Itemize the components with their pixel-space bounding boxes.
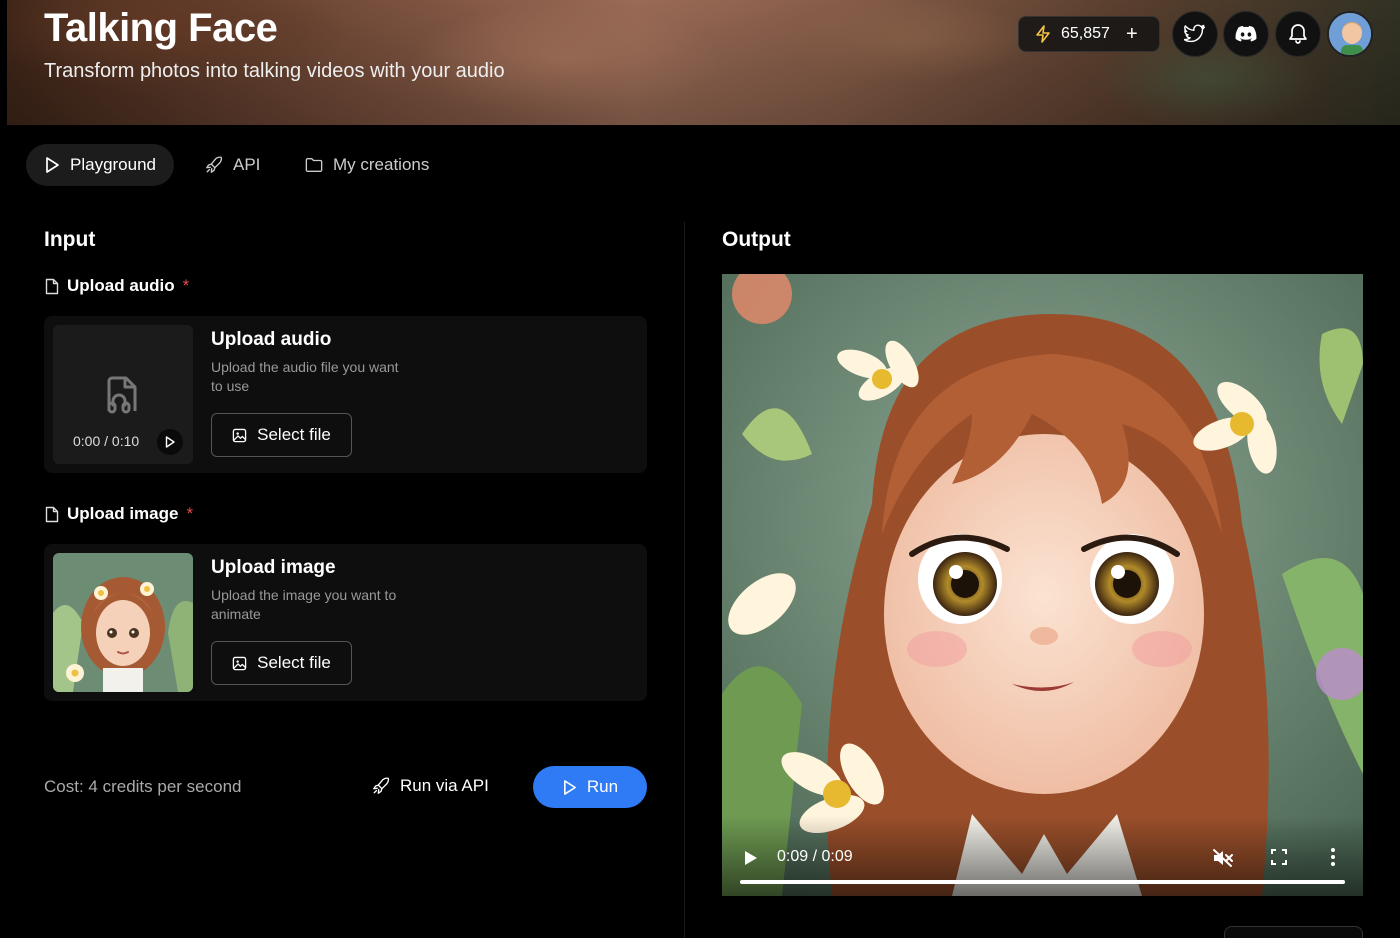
select-image-file-button[interactable]: Select file bbox=[211, 641, 352, 685]
select-audio-file-button[interactable]: Select file bbox=[211, 413, 352, 457]
more-vertical-icon bbox=[1331, 848, 1335, 866]
output-video[interactable]: 0:09 / 0:09 bbox=[722, 274, 1363, 896]
panel-divider bbox=[684, 222, 685, 938]
video-time: 0:09 / 0:09 bbox=[777, 848, 853, 865]
audio-time: 0:00 / 0:10 bbox=[73, 433, 140, 449]
folder-icon bbox=[305, 158, 323, 172]
upload-image-label: Upload image * bbox=[45, 504, 193, 524]
tab-label: Playground bbox=[70, 155, 157, 174]
audio-file-icon bbox=[107, 376, 137, 414]
tab-playground[interactable]: Playground bbox=[26, 144, 175, 186]
audio-play-button[interactable] bbox=[157, 429, 183, 455]
play-icon bbox=[563, 779, 576, 795]
cost-info: Cost: 4 credits per second bbox=[44, 777, 242, 796]
video-frame bbox=[722, 274, 1363, 896]
select-file-label: Select file bbox=[257, 425, 331, 444]
image-icon bbox=[232, 428, 247, 442]
audio-preview: 0:00 / 0:10 bbox=[53, 325, 193, 464]
video-progress-bar[interactable] bbox=[740, 880, 1345, 884]
discord-icon bbox=[1235, 25, 1257, 42]
tab-label: My creations bbox=[333, 155, 430, 174]
page-subtitle: Transform photos into talking videos wit… bbox=[44, 60, 505, 82]
upload-audio-label-text: Upload audio bbox=[67, 276, 175, 295]
select-file-label: Select file bbox=[257, 653, 331, 672]
lightning-icon bbox=[1036, 25, 1050, 43]
audio-upload-card: 0:00 / 0:10 Upload audio Upload the audi… bbox=[44, 316, 647, 473]
upload-image-label-text: Upload image bbox=[67, 504, 179, 523]
video-play-button[interactable] bbox=[744, 850, 758, 871]
uploaded-image-thumbnail bbox=[53, 553, 193, 692]
mute-button[interactable] bbox=[1212, 848, 1234, 873]
audio-card-description: Upload the audio file you want to use bbox=[211, 359, 399, 394]
add-credits-icon[interactable]: + bbox=[1126, 24, 1138, 44]
run-via-api-label: Run via API bbox=[400, 776, 489, 795]
video-controls: 0:09 / 0:09 bbox=[722, 816, 1363, 896]
run-via-api-button[interactable]: Run via API bbox=[372, 776, 489, 796]
discord-button[interactable] bbox=[1223, 11, 1269, 57]
twitter-icon bbox=[1184, 24, 1205, 43]
tab-my-creations[interactable]: My creations bbox=[305, 144, 429, 186]
file-icon bbox=[45, 278, 59, 294]
tab-label: API bbox=[233, 155, 261, 174]
fullscreen-icon bbox=[1271, 849, 1287, 865]
muted-speaker-icon bbox=[1213, 849, 1233, 867]
output-section-title: Output bbox=[722, 228, 791, 251]
image-preview[interactable] bbox=[53, 553, 193, 692]
upload-audio-label: Upload audio * bbox=[45, 276, 189, 296]
more-options-button[interactable] bbox=[1330, 847, 1336, 872]
input-section-title: Input bbox=[44, 228, 96, 251]
notifications-button[interactable] bbox=[1275, 11, 1321, 57]
partially-visible-button[interactable] bbox=[1224, 926, 1363, 938]
fullscreen-button[interactable] bbox=[1270, 848, 1288, 871]
required-mark: * bbox=[186, 504, 194, 523]
image-card-title: Upload image bbox=[211, 557, 336, 578]
twitter-button[interactable] bbox=[1172, 11, 1218, 57]
rocket-icon bbox=[373, 777, 390, 794]
credits-badge[interactable]: 65,857 + bbox=[1018, 16, 1160, 52]
play-icon bbox=[745, 851, 757, 865]
rocket-icon bbox=[206, 156, 223, 173]
bell-icon bbox=[1289, 24, 1307, 44]
file-icon bbox=[45, 506, 59, 522]
play-icon bbox=[165, 436, 175, 448]
image-upload-card: Upload image Upload the image you want t… bbox=[44, 544, 647, 701]
required-mark: * bbox=[182, 276, 190, 295]
image-card-description: Upload the image you want to animate bbox=[211, 587, 397, 622]
run-button[interactable]: Run bbox=[533, 766, 647, 808]
audio-card-title: Upload audio bbox=[211, 329, 332, 350]
credits-count: 65,857 bbox=[1061, 25, 1110, 42]
user-avatar[interactable] bbox=[1327, 11, 1373, 57]
page-title: Talking Face bbox=[44, 6, 278, 50]
run-label: Run bbox=[586, 777, 619, 796]
image-icon bbox=[232, 656, 247, 670]
play-icon bbox=[46, 157, 59, 173]
tab-api[interactable]: API bbox=[205, 144, 260, 186]
